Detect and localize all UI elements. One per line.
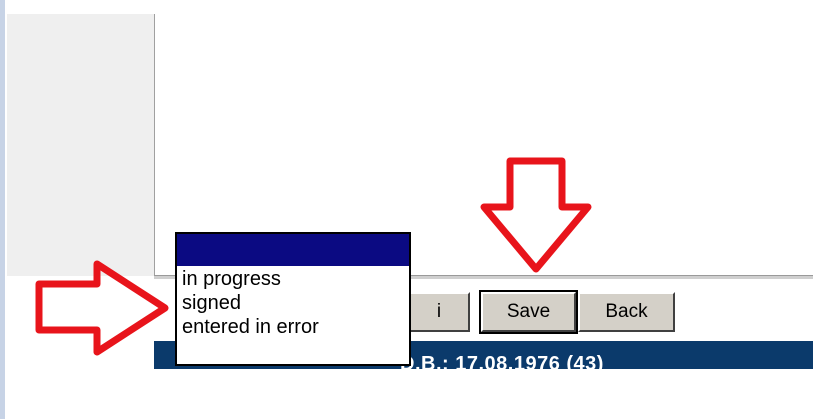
- back-button[interactable]: Back: [578, 292, 675, 332]
- status-dropdown-list[interactable]: in progress signed entered in error: [175, 232, 411, 366]
- dropdown-selected-empty-option[interactable]: [177, 234, 409, 267]
- left-navigation-panel: [7, 14, 155, 276]
- info-button[interactable]: i: [408, 292, 470, 332]
- left-window-border: [0, 0, 5, 419]
- save-button[interactable]: Save: [479, 290, 578, 334]
- dropdown-option-signed[interactable]: signed: [177, 291, 409, 315]
- application-window: i Save Back D.B.: 17.08.1976 (43) in pro…: [0, 0, 813, 419]
- red-down-arrow-annotation-icon: [480, 157, 592, 273]
- patient-dob-text: D.B.: 17.08.1976 (43): [400, 353, 604, 369]
- red-right-arrow-annotation-icon: [35, 260, 169, 356]
- dropdown-option-in-progress[interactable]: in progress: [177, 267, 409, 291]
- dropdown-option-entered-in-error[interactable]: entered in error: [177, 315, 409, 339]
